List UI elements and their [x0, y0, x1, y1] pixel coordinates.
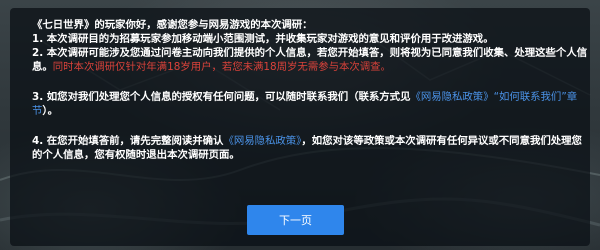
survey-text: 《七日世界》的玩家你好，感谢您参与网易游戏的本次调研： 1. 本次调研目的为招募…: [32, 18, 588, 162]
survey-item-4-text: 4. 在您开始填答前，请先完整阅读并确认: [32, 135, 224, 147]
survey-item-3-text: 3. 如您对我们处理您个人信息的授权有任何问题，可以随时联系我们（联系方式见: [32, 91, 411, 103]
survey-item-3-suffix: ）。: [42, 105, 58, 117]
age-warning-text: 同时本次调研仅针对年满18岁用户，若您未满18周岁无需参与本次调查。: [52, 61, 391, 73]
privacy-policy-link[interactable]: 《网易隐私政策》: [223, 135, 301, 147]
survey-item-3: 3. 如您对我们处理您个人信息的授权有任何问题，可以随时联系我们（联系方式见《网…: [32, 90, 588, 118]
greeting-text: 《七日世界》的玩家你好，感谢您参与网易游戏的本次调研：: [32, 19, 313, 31]
survey-item-4: 4. 在您开始填答前，请先完整阅读并确认《网易隐私政策》，如您对该等政策或本次调…: [32, 134, 588, 162]
survey-item-2: 2. 本次调研可能涉及您通过问卷主动向我们提供的个人信息，若您开始填答，则将视为…: [32, 46, 588, 74]
next-page-button[interactable]: 下一页: [247, 205, 344, 235]
survey-item-1: 1. 本次调研目的为招募玩家参加移动端小范围测试，并收集玩家对游戏的意见和评价用…: [32, 33, 494, 45]
